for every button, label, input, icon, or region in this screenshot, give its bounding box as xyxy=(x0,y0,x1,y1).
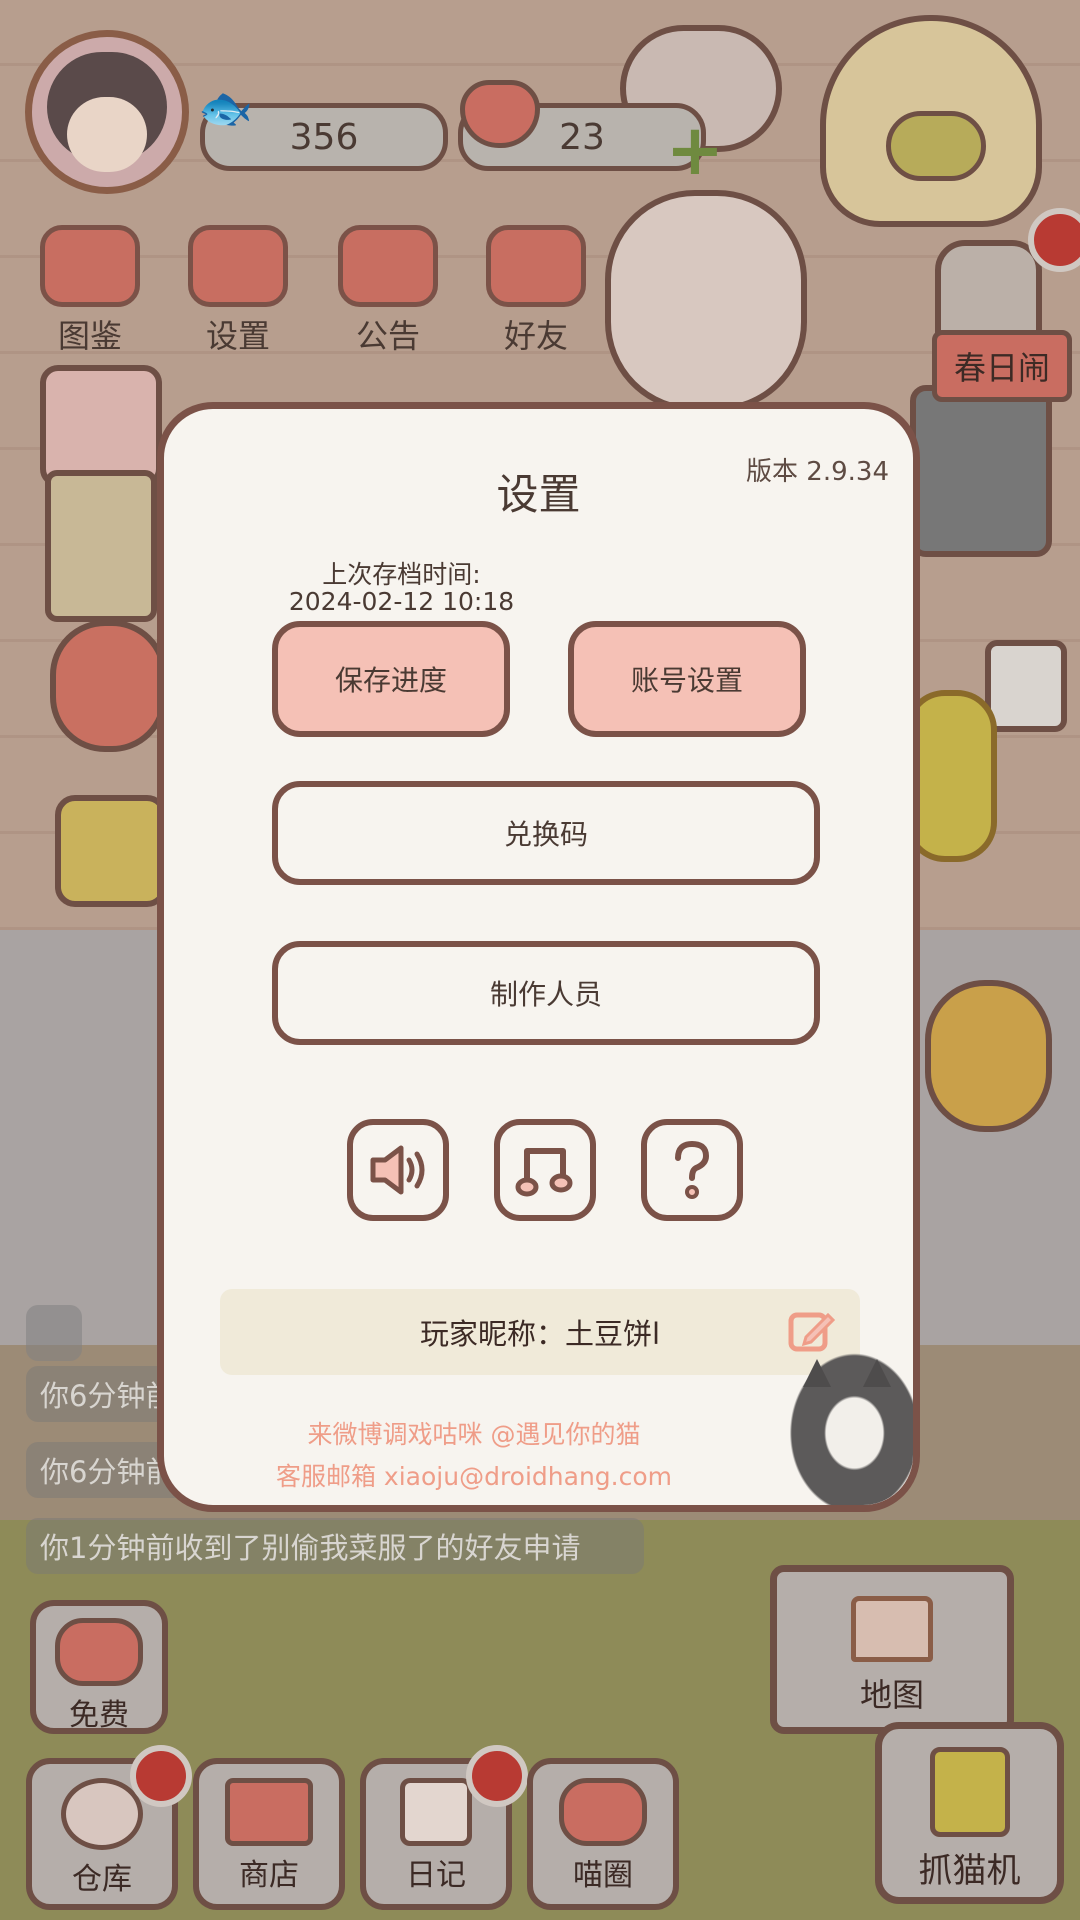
cat-character[interactable] xyxy=(605,190,807,412)
player-avatar[interactable] xyxy=(25,30,189,194)
house-icon xyxy=(851,1596,933,1662)
chat-text: 你6分钟前 xyxy=(40,1455,175,1489)
chat-message: 你1分钟前收到了别偷我菜服了的好友申请 xyxy=(26,1518,644,1574)
meow-circle-label: 喵圈 xyxy=(573,1858,633,1893)
save-progress-button[interactable]: 保存进度 xyxy=(272,621,510,737)
last-save-label: 上次存档时间: xyxy=(322,560,481,589)
candle-furniture[interactable] xyxy=(985,640,1067,732)
menu-announcements[interactable]: 公告 xyxy=(328,225,448,357)
shop-label: 商店 xyxy=(239,1858,299,1893)
speaker-icon xyxy=(370,1145,425,1195)
claw-machine-label: 抓猫机 xyxy=(918,1851,1021,1891)
map-button[interactable]: 地图 xyxy=(770,1565,1014,1734)
avatar-face xyxy=(67,97,147,172)
free-button[interactable]: 免费 xyxy=(30,1600,168,1734)
cat-planet-icon xyxy=(559,1778,647,1846)
daruma-toy[interactable] xyxy=(50,620,167,752)
last-save-time: 2024-02-12 10:18 xyxy=(288,587,515,616)
diary-icon xyxy=(400,1778,472,1846)
stove-furniture[interactable] xyxy=(910,385,1052,557)
music-note-icon xyxy=(515,1148,573,1197)
menu-settings[interactable]: 设置 xyxy=(178,225,298,357)
fish-icon: 🐟 xyxy=(198,83,253,134)
menu-friends-label: 好友 xyxy=(503,317,568,355)
event-sign-label: 春日闹 xyxy=(953,349,1050,387)
diary-notification-dot xyxy=(466,1745,528,1807)
nickname-text: 玩家昵称：土豆饼l xyxy=(419,1317,661,1351)
heart-icon xyxy=(55,1618,143,1686)
credits-button[interactable]: 制作人员 xyxy=(272,941,820,1045)
scratching-post[interactable] xyxy=(45,470,157,622)
chat-toggle-button[interactable] xyxy=(26,1305,82,1361)
diary-label: 日记 xyxy=(406,1858,466,1893)
credits-label: 制作人员 xyxy=(489,978,602,1011)
music-toggle-button[interactable] xyxy=(494,1119,596,1221)
heart-count: 23 xyxy=(559,116,605,158)
cat-ear xyxy=(803,1359,831,1387)
version-label: 版本 2.9.34 xyxy=(746,457,889,487)
menu-settings-label: 设置 xyxy=(205,317,270,355)
menu-catalog-label: 图鉴 xyxy=(57,317,122,355)
shop-icon xyxy=(225,1778,313,1846)
plus-icon[interactable]: + xyxy=(665,115,725,185)
settings-dialog: 设置 版本 2.9.34 上次存档时间: 2024-02-12 10:18 保存… xyxy=(157,402,920,1512)
map-label: 地图 xyxy=(859,1676,924,1714)
gear-icon xyxy=(188,225,288,307)
weibo-link[interactable]: 来微博调戏咕咪 @遇见你的猫 xyxy=(164,1415,784,1451)
chat-text: 你6分钟前 xyxy=(40,1379,175,1413)
menu-announcements-label: 公告 xyxy=(355,317,420,355)
redeem-code-button[interactable]: 兑换码 xyxy=(272,781,820,885)
claw-icon xyxy=(929,1747,1010,1837)
cat-ear xyxy=(863,1359,891,1387)
cat-book-icon xyxy=(40,225,140,307)
straw-nest[interactable] xyxy=(820,15,1042,227)
warehouse-notification-dot xyxy=(130,1745,192,1807)
chat-text: 你1分钟前收到了别偷我菜服了的好友申请 xyxy=(40,1531,581,1565)
shop-button[interactable]: 商店 xyxy=(193,1758,345,1910)
save-progress-label: 保存进度 xyxy=(334,664,447,697)
support-email[interactable]: 客服邮箱 xiaoju@droidhang.com xyxy=(164,1457,784,1493)
account-settings-label: 账号设置 xyxy=(630,664,743,697)
basket-icon xyxy=(61,1778,143,1850)
radio-furniture[interactable] xyxy=(55,795,167,907)
nest-opening xyxy=(886,111,986,181)
question-mark-icon xyxy=(675,1140,710,1199)
claw-machine-button[interactable]: 抓猫机 xyxy=(875,1722,1064,1904)
gift-icon xyxy=(338,225,438,307)
nickname-bar: 玩家昵称：土豆饼l xyxy=(220,1289,860,1375)
flower-frame[interactable] xyxy=(925,980,1052,1132)
sound-toggle-button[interactable] xyxy=(347,1119,449,1221)
fish-count: 356 xyxy=(289,116,359,158)
free-label: 免费 xyxy=(69,1698,129,1733)
scratching-post-sign[interactable] xyxy=(40,365,162,487)
redeem-code-label: 兑换码 xyxy=(503,818,588,851)
warehouse-label: 仓库 xyxy=(72,1862,132,1897)
help-button[interactable] xyxy=(641,1119,743,1221)
friends-icon xyxy=(486,225,586,307)
menu-catalog[interactable]: 图鉴 xyxy=(30,225,150,357)
meow-circle-button[interactable]: 喵圈 xyxy=(527,1758,679,1910)
menu-friends[interactable]: 好友 xyxy=(476,225,596,357)
account-settings-button[interactable]: 账号设置 xyxy=(568,621,806,737)
event-sign-button[interactable]: 春日闹 xyxy=(932,330,1072,402)
